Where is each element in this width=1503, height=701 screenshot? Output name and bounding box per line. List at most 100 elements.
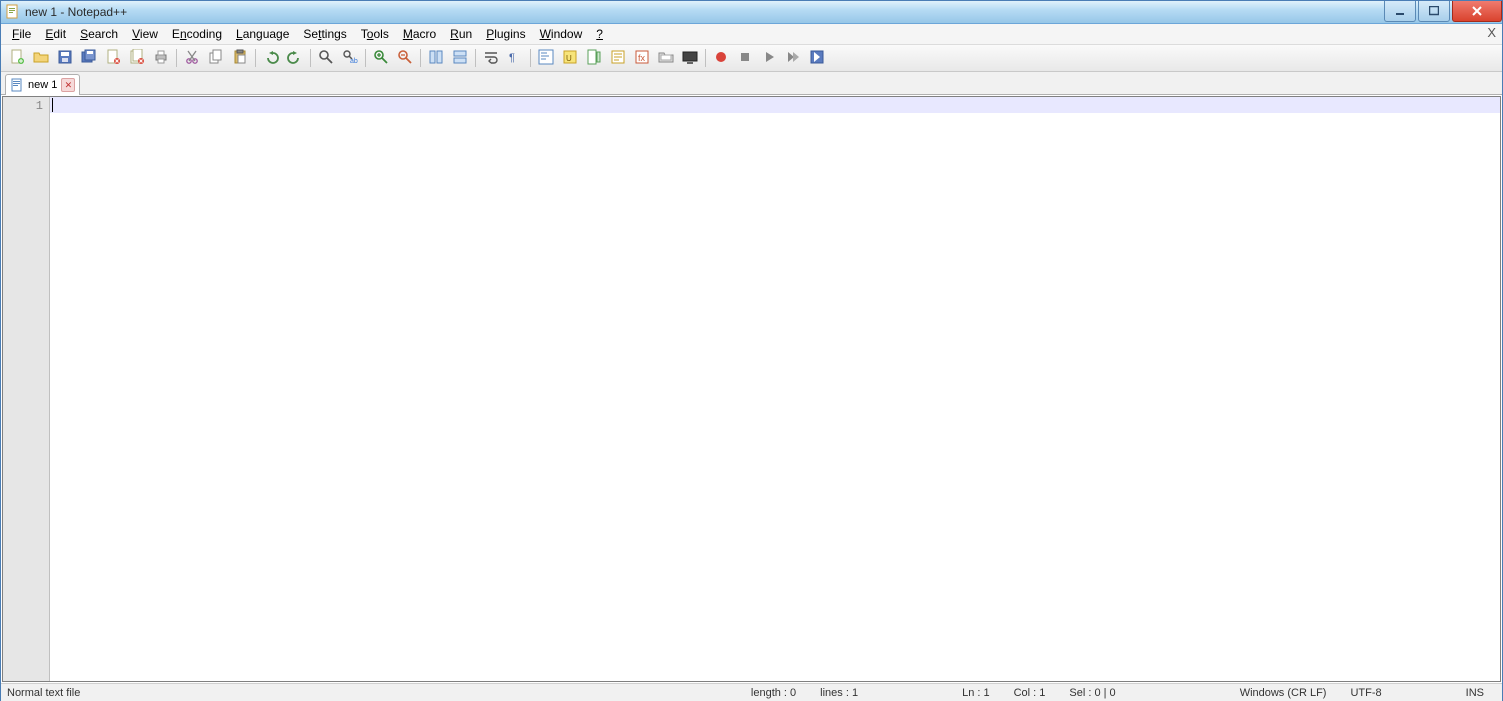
menu-file[interactable]: File [5, 25, 38, 43]
close-tab-button[interactable]: ✕ [61, 78, 75, 92]
record-macro-button[interactable] [709, 46, 733, 70]
folder-workspace-button[interactable] [654, 46, 678, 70]
menu-run[interactable]: Run [443, 25, 479, 43]
record-macro-icon [713, 49, 729, 68]
doc-map-button[interactable] [582, 46, 606, 70]
doc-list-button[interactable] [606, 46, 630, 70]
sync-h-button[interactable] [448, 46, 472, 70]
copy-button[interactable] [204, 46, 228, 70]
toolbar-separator [420, 49, 421, 67]
text-editor[interactable] [50, 97, 1500, 681]
toolbar-separator [365, 49, 366, 67]
menu-settings[interactable]: Settings [296, 25, 353, 43]
cut-button[interactable] [180, 46, 204, 70]
toolbar-separator [530, 49, 531, 67]
mdi-close-button[interactable]: X [1487, 25, 1496, 40]
menu-language[interactable]: Language [229, 25, 296, 43]
stop-macro-button[interactable] [733, 46, 757, 70]
line-number-gutter: 1 [3, 97, 50, 681]
status-ln: Ln : 1 [950, 687, 1002, 699]
function-list-button[interactable]: fx [630, 46, 654, 70]
text-caret [52, 98, 53, 112]
indent-guide-icon [538, 49, 554, 68]
close-all-button[interactable] [125, 46, 149, 70]
maximize-button[interactable] [1418, 1, 1450, 22]
zoom-in-icon [373, 49, 389, 68]
doc-map-icon [586, 49, 602, 68]
paste-icon [232, 49, 248, 68]
menu-edit[interactable]: Edit [38, 25, 73, 43]
folder-workspace-icon [658, 49, 674, 68]
save-all-icon [81, 49, 97, 68]
save-icon [57, 49, 73, 68]
tab-label: new 1 [28, 79, 57, 91]
current-line-highlight [50, 97, 1500, 113]
save-macro-button[interactable] [805, 46, 829, 70]
new-file-button[interactable] [5, 46, 29, 70]
redo-button[interactable] [283, 46, 307, 70]
zoom-in-button[interactable] [369, 46, 393, 70]
menu-encoding[interactable]: Encoding [165, 25, 229, 43]
toolbar-separator [475, 49, 476, 67]
menu-window[interactable]: Window [533, 25, 590, 43]
function-list-icon: fx [634, 49, 650, 68]
doc-list-icon [610, 49, 626, 68]
cut-icon [184, 49, 200, 68]
menu-bar: File Edit Search View Encoding Language … [1, 24, 1502, 45]
tab-new-1[interactable]: new 1 ✕ [5, 74, 80, 95]
udl-icon: U [562, 49, 578, 68]
toolbar-separator [255, 49, 256, 67]
toolbar-separator [176, 49, 177, 67]
undo-button[interactable] [259, 46, 283, 70]
word-wrap-button[interactable] [479, 46, 503, 70]
minimize-button[interactable] [1384, 1, 1416, 22]
play-macro-button[interactable] [757, 46, 781, 70]
save-all-button[interactable] [77, 46, 101, 70]
undo-icon [263, 49, 279, 68]
find-icon [318, 49, 334, 68]
close-window-button[interactable] [1452, 1, 1502, 22]
close-file-button[interactable] [101, 46, 125, 70]
play-macro-icon [761, 49, 777, 68]
menu-tools[interactable]: Tools [354, 25, 396, 43]
play-multi-button[interactable] [781, 46, 805, 70]
word-wrap-icon [483, 49, 499, 68]
menu-help[interactable]: ? [589, 25, 610, 43]
replace-button[interactable]: ab [338, 46, 362, 70]
open-file-button[interactable] [29, 46, 53, 70]
status-bar: Normal text file length : 0 lines : 1 Ln… [1, 683, 1502, 701]
close-all-icon [129, 49, 145, 68]
show-all-chars-button[interactable]: ¶ [503, 46, 527, 70]
status-eol: Windows (CR LF) [1228, 687, 1339, 699]
status-file-type: Normal text file [7, 687, 80, 699]
new-file-icon [9, 49, 25, 68]
tool-bar: ab ¶ Ufx [1, 45, 1502, 72]
monitoring-icon [682, 49, 698, 68]
udl-button[interactable]: U [558, 46, 582, 70]
file-icon [10, 78, 24, 92]
svg-text:fx: fx [638, 53, 646, 63]
close-file-icon [105, 49, 121, 68]
zoom-out-button[interactable] [393, 46, 417, 70]
paste-button[interactable] [228, 46, 252, 70]
monitoring-button[interactable] [678, 46, 702, 70]
find-button[interactable] [314, 46, 338, 70]
menu-plugins[interactable]: Plugins [479, 25, 532, 43]
menu-macro[interactable]: Macro [396, 25, 443, 43]
save-button[interactable] [53, 46, 77, 70]
save-macro-icon [809, 49, 825, 68]
sync-h-icon [452, 49, 468, 68]
indent-guide-button[interactable] [534, 46, 558, 70]
print-button[interactable] [149, 46, 173, 70]
replace-icon: ab [342, 49, 358, 68]
menu-search[interactable]: Search [73, 25, 125, 43]
play-multi-icon [785, 49, 801, 68]
app-window: new 1 - Notepad++ File Edit Search View … [0, 0, 1503, 701]
stop-macro-icon [737, 49, 753, 68]
menu-view[interactable]: View [125, 25, 165, 43]
status-lines: lines : 1 [808, 687, 870, 699]
show-all-chars-icon: ¶ [507, 49, 523, 68]
sync-v-button[interactable] [424, 46, 448, 70]
status-encoding: UTF-8 [1338, 687, 1393, 699]
status-length: length : 0 [739, 687, 808, 699]
